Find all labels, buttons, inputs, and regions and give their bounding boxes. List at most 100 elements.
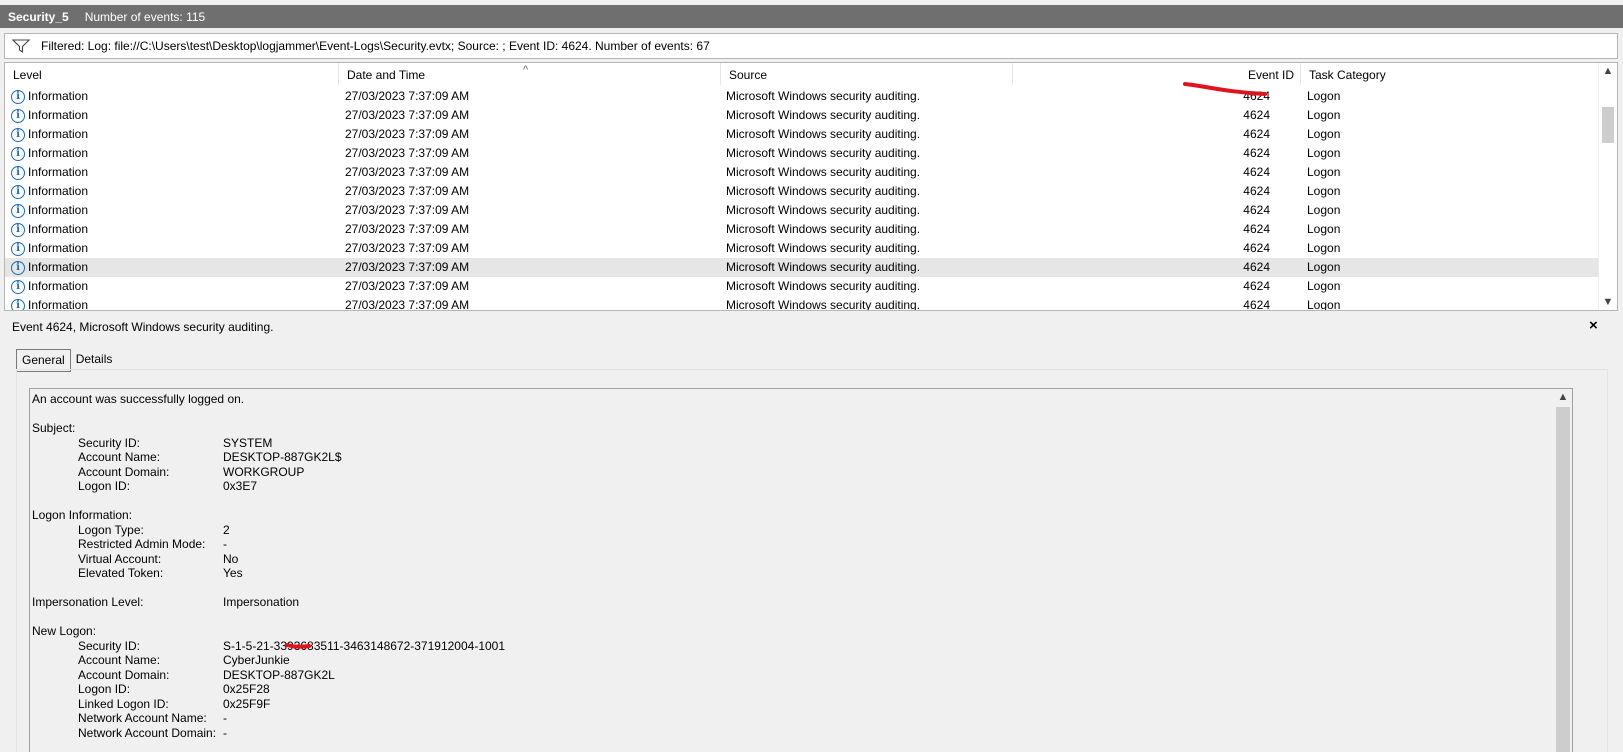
level-cell: i Information [11, 296, 89, 311]
column-label-date-and-time: Date and Time [347, 68, 426, 82]
date-cell: 27/03/2023 7:37:09 AM [345, 127, 470, 141]
level-cell: i Information [11, 258, 88, 277]
scroll-thumb[interactable] [1602, 107, 1614, 143]
date-cell: 27/03/2023 7:37:09 AM [345, 298, 470, 311]
scroll-up-icon[interactable]: ▲ [1599, 63, 1617, 79]
task-category-cell: Logon [1307, 146, 1341, 160]
info-icon: i [11, 184, 25, 199]
description-intro: An account was successfully logged on. [32, 392, 245, 406]
date-cell: 27/03/2023 7:37:09 AM [345, 203, 470, 217]
table-row[interactable]: i Information 27/03/2023 7:37:09 AM Microso… [5, 125, 1600, 144]
level-text: Information [28, 127, 89, 141]
date-cell: 27/03/2023 7:37:09 AM [345, 184, 470, 198]
source-cell: Microsoft Windows security auditing. [726, 127, 921, 141]
filter-bar: Filtered: Log: file://C:\Users\test\Desk… [4, 33, 1618, 59]
scroll-up-icon[interactable]: ▲ [1554, 389, 1572, 405]
field-value: Impersonation [223, 595, 300, 609]
level-cell: i Information [11, 106, 88, 125]
event-id-cell: 4624 [1243, 146, 1270, 160]
level-cell: i Information [11, 87, 88, 106]
column-header-event-id[interactable]: Event ID [1013, 63, 1301, 85]
table-row[interactable]: i Information 27/03/2023 7:37:09 AM Microso… [5, 201, 1600, 220]
level-cell: i Information [11, 239, 88, 258]
table-row[interactable]: i Information 27/03/2023 7:37:09 AM Microso… [5, 296, 1600, 311]
event-count: Number of events: 115 [84, 9, 206, 24]
section-heading: New Logon: [32, 624, 97, 638]
table-row[interactable]: i Information 27/03/2023 7:37:09 AM Microso… [5, 239, 1600, 258]
event-id-cell: 4624 [1243, 89, 1270, 103]
section-heading: Logon Information: [32, 508, 133, 522]
close-icon[interactable]: × [1589, 317, 1598, 334]
field-value: WORKGROUP [223, 464, 305, 479]
info-icon: i [11, 165, 25, 180]
task-category-cell: Logon [1307, 127, 1341, 141]
field-value: - [223, 711, 227, 725]
log-titlebar: Security_5 Number of events: 115 [0, 5, 1623, 28]
field-label: Account Domain: [78, 667, 170, 682]
date-cell: 27/03/2023 7:37:09 AM [345, 279, 470, 293]
tab-details[interactable]: Details [71, 349, 118, 370]
table-row[interactable]: i Information 27/03/2023 7:37:09 AM Microso… [5, 258, 1600, 277]
source-cell: Microsoft Windows security auditing. [726, 89, 921, 103]
sort-ascending-icon: ^ [523, 64, 529, 76]
field-value: SYSTEM [223, 435, 273, 450]
date-cell: 27/03/2023 7:37:09 AM [345, 241, 470, 255]
level-cell: i Information [11, 163, 88, 182]
event-list[interactable]: Level Date and Time ^ Source Event ID Ta… [4, 62, 1618, 311]
field-label: Network Account Domain: [78, 725, 217, 740]
info-icon: i [11, 241, 25, 256]
table-row[interactable]: i Information 27/03/2023 7:37:09 AM Microso… [5, 220, 1600, 239]
info-icon: i [11, 89, 25, 104]
field-value: DESKTOP-887GK2L [223, 667, 335, 682]
info-icon: i [11, 222, 25, 237]
field-label: Account Name: [78, 450, 161, 464]
column-header-date-and-time[interactable]: Date and Time ^ [339, 63, 721, 85]
column-header-source[interactable]: Source [721, 63, 1013, 85]
event-id-cell: 4624 [1243, 108, 1270, 122]
level-text: Information [28, 165, 89, 179]
table-row[interactable]: i Information 27/03/2023 7:37:09 AM Microso… [5, 144, 1600, 163]
event-id-cell: 4624 [1243, 222, 1270, 236]
table-row[interactable]: i Information 27/03/2023 7:37:09 AM Microso… [5, 106, 1600, 125]
task-category-cell: Logon [1307, 279, 1341, 293]
source-cell: Microsoft Windows security auditing. [726, 108, 921, 122]
column-header-level[interactable]: Level [5, 63, 339, 85]
event-description-box[interactable]: An account was successfully logged on. Su… [29, 388, 1573, 752]
level-text: Information [28, 298, 89, 311]
level-cell: i Information [11, 277, 88, 296]
event-id-cell: 4624 [1243, 241, 1270, 255]
table-row[interactable]: i Information 27/03/2023 7:37:09 AM Microso… [5, 277, 1600, 296]
field-label: Account Name: [78, 653, 161, 667]
event-id-cell: 4624 [1243, 298, 1270, 311]
filter-text: Filtered: Log: file://C:\Users\test\Desk… [41, 39, 710, 53]
level-text: Information [28, 146, 89, 160]
source-cell: Microsoft Windows security auditing. [726, 222, 921, 236]
date-cell: 27/03/2023 7:37:09 AM [345, 108, 470, 122]
task-category-cell: Logon [1307, 108, 1341, 122]
level-cell: i Information [11, 182, 88, 201]
level-cell: i Information [11, 201, 88, 220]
date-cell: 27/03/2023 7:37:09 AM [345, 146, 470, 160]
field-label: Logon ID: [78, 682, 131, 696]
field-value: 0x25F28 [223, 682, 270, 696]
description-scrollbar[interactable]: ▲ [1554, 389, 1572, 752]
grid-header: Level Date and Time ^ Source Event ID Ta… [5, 63, 1600, 85]
event-id-cell: 4624 [1243, 127, 1270, 141]
field-label: Logon ID: [78, 479, 131, 493]
table-row[interactable]: i Information 27/03/2023 7:37:09 AM Microso… [5, 182, 1600, 201]
event-id-cell: 4624 [1243, 203, 1270, 217]
funnel-icon[interactable] [11, 38, 31, 54]
info-icon: i [11, 298, 25, 310]
field-label: Elevated Token: [78, 566, 164, 580]
table-row[interactable]: i Information 27/03/2023 7:37:09 AM Microso… [5, 87, 1600, 106]
info-icon: i [11, 203, 25, 218]
column-header-task-category[interactable]: Task Category [1301, 63, 1600, 85]
scroll-thumb[interactable] [1556, 407, 1570, 752]
field-label: Logon Type: [78, 522, 144, 537]
table-row[interactable]: i Information 27/03/2023 7:37:09 AM Microso… [5, 163, 1600, 182]
scroll-down-icon[interactable]: ▼ [1599, 294, 1617, 310]
event-list-scrollbar[interactable]: ▲ ▼ [1598, 63, 1617, 310]
event-detail-title: Event 4624, Microsoft Windows security a… [12, 320, 274, 334]
info-icon: i [11, 146, 25, 161]
level-text: Information [28, 89, 89, 103]
